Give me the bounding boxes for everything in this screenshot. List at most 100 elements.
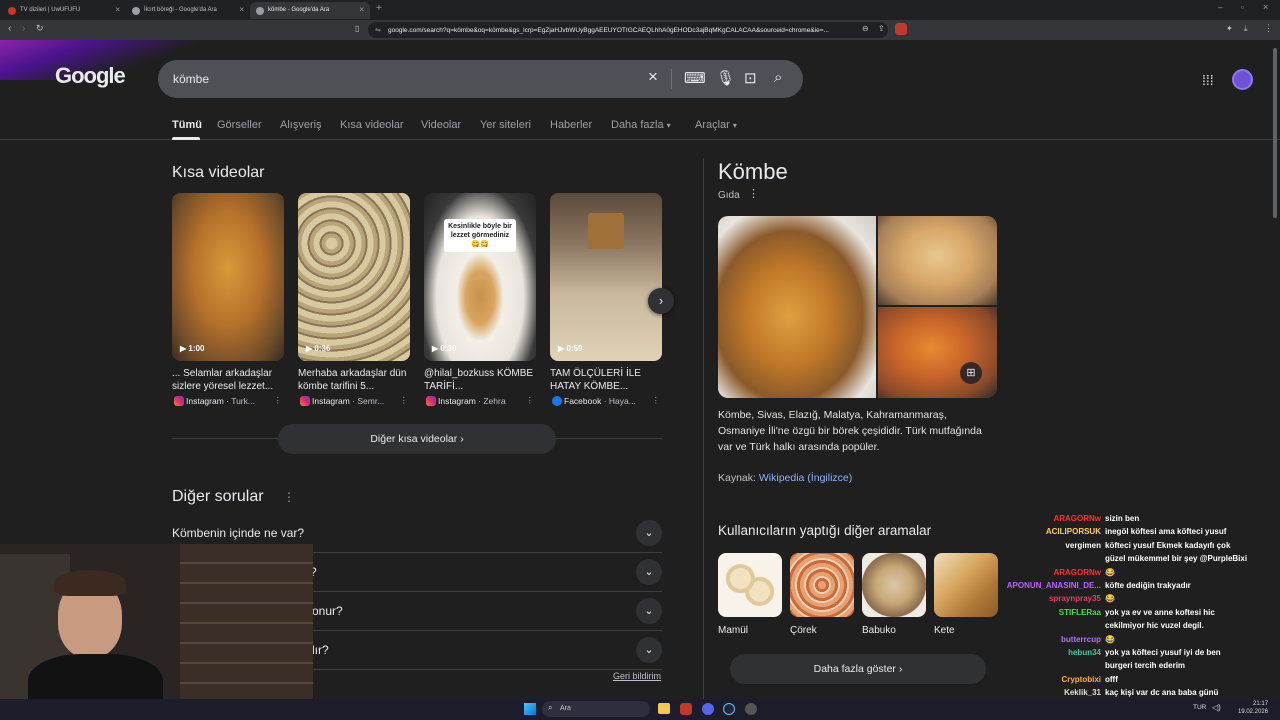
video-title[interactable]: TAM ÖLÇÜLERİ İLE HATAY KÖMBE... xyxy=(550,367,662,393)
taskbar-search[interactable]: ⌕ Ara xyxy=(542,701,650,717)
chat-username[interactable]: APONUN_ANASINI_DE... xyxy=(998,579,1105,592)
forward-icon[interactable]: › xyxy=(22,23,25,34)
video-thumbnail[interactable]: ▶ 0:59 xyxy=(550,193,662,361)
tab-tools[interactable]: Araçlar ▾ xyxy=(695,119,737,131)
speaker-icon[interactable]: ◁) xyxy=(1212,703,1221,712)
site-info-icon[interactable]: ⇋ xyxy=(375,26,381,34)
chat-username[interactable]: butterrcup xyxy=(998,633,1105,646)
feedback-link[interactable]: Geri bildirim xyxy=(613,671,661,681)
more-options-icon[interactable]: ⋮ xyxy=(274,395,283,406)
downloads-icon[interactable]: ⤓ xyxy=(1244,24,1248,34)
video-card[interactable]: ▶ 0:36 Merhaba arkadaşlar dün kömbe tari… xyxy=(298,193,410,406)
related-search-item[interactable]: Babuko xyxy=(862,553,926,636)
file-explorer-icon[interactable] xyxy=(658,703,670,714)
chat-username[interactable]: STIFLERaa xyxy=(998,606,1105,619)
related-image[interactable] xyxy=(934,553,998,617)
chat-username[interactable]: Cryptobixi xyxy=(998,673,1105,686)
related-label[interactable]: Babuko xyxy=(862,625,926,636)
lens-icon[interactable]: ⊡ xyxy=(744,69,757,87)
share-icon[interactable]: ⇪ xyxy=(878,24,885,33)
taskbar-clock[interactable]: 21:17 19.02.2026 xyxy=(1238,700,1268,716)
tab-shopping[interactable]: Alışveriş xyxy=(280,119,322,131)
video-card[interactable]: ▶ 1:00 ... Selamlar arkadaşlar sizlere y… xyxy=(172,193,284,406)
related-search-item[interactable]: Mamül xyxy=(718,553,782,636)
chat-username[interactable]: ACILIPORSUK xyxy=(998,525,1105,538)
menu-icon[interactable]: ⋮ xyxy=(1264,23,1273,34)
zoom-icon[interactable]: ⊖ xyxy=(862,24,869,33)
related-image[interactable] xyxy=(718,553,782,617)
browser-icon[interactable] xyxy=(680,703,692,715)
language-indicator[interactable]: TUR xyxy=(1193,704,1206,711)
back-icon[interactable]: ‹ xyxy=(8,23,11,34)
steam-icon[interactable] xyxy=(723,703,735,715)
kp-side-image[interactable]: ⊞ xyxy=(878,307,997,398)
extension-icon[interactable] xyxy=(895,23,907,35)
related-image[interactable] xyxy=(790,553,854,617)
tab-images[interactable]: Görseller xyxy=(217,119,262,131)
search-box[interactable]: kömbe × ⌨ 🎙 ⊡ ⌕ xyxy=(158,60,803,98)
chevron-down-icon[interactable]: ⌄ xyxy=(636,520,662,546)
chat-username[interactable]: hebun34 xyxy=(998,646,1105,659)
kp-side-image[interactable] xyxy=(878,216,997,305)
video-thumbnail[interactable]: Kesinlikle böyle bir lezzet görmediniz😋😋… xyxy=(424,193,536,361)
more-options-icon[interactable]: ⋮ xyxy=(400,395,409,406)
video-card[interactable]: Kesinlikle böyle bir lezzet görmediniz😋😋… xyxy=(424,193,536,406)
search-icon[interactable]: ⌕ xyxy=(774,69,782,86)
windows-start-icon[interactable] xyxy=(524,703,536,715)
video-thumbnail[interactable]: ▶ 0:36 xyxy=(298,193,410,361)
more-short-videos-button[interactable]: Diğer kısa videolar › xyxy=(278,424,556,454)
discord-icon[interactable] xyxy=(702,703,714,715)
related-image[interactable] xyxy=(862,553,926,617)
more-options-icon[interactable]: ⋮ xyxy=(283,490,295,504)
related-label[interactable]: Çörek xyxy=(790,625,854,636)
carousel-next-icon[interactable]: › xyxy=(648,288,674,314)
browser-tab[interactable]: İlcırt böreği - Google'da Ara × xyxy=(126,2,250,19)
more-options-icon[interactable]: ⋮ xyxy=(748,187,759,200)
search-input[interactable]: kömbe xyxy=(173,72,209,86)
video-card[interactable]: ▶ 0:59 TAM ÖLÇÜLERİ İLE HATAY KÖMBE... F… xyxy=(550,193,662,406)
close-icon[interactable]: × xyxy=(359,5,364,14)
address-bar[interactable]: ⇋ google.com/search?q=kömbe&oq=kömbe&gs_… xyxy=(368,22,888,38)
chat-username[interactable]: vergimen xyxy=(998,539,1105,552)
chevron-down-icon[interactable]: ⌄ xyxy=(636,637,662,663)
chevron-down-icon[interactable]: ⌄ xyxy=(636,559,662,585)
window-close-icon[interactable]: × xyxy=(1263,2,1268,12)
tab-places[interactable]: Yer siteleri xyxy=(480,119,531,131)
related-label[interactable]: Mamül xyxy=(718,625,782,636)
tab-short-videos[interactable]: Kısa videolar xyxy=(340,119,404,131)
more-options-icon[interactable]: ⋮ xyxy=(526,395,535,406)
chevron-down-icon[interactable]: ⌄ xyxy=(636,598,662,624)
kp-main-image[interactable] xyxy=(718,216,876,398)
extensions-icon[interactable]: ✦ xyxy=(1226,24,1233,33)
new-tab-icon[interactable]: + xyxy=(376,3,382,14)
close-icon[interactable]: × xyxy=(115,5,120,14)
show-more-button[interactable]: Daha fazla göster › xyxy=(730,654,986,684)
browser-tab-active[interactable]: kömbe - Google'da Ara × xyxy=(250,2,370,19)
image-gallery-icon[interactable]: ⊞ xyxy=(960,362,982,384)
kp-source-link[interactable]: Wikipedia (İngilizce) xyxy=(759,472,852,484)
maximize-icon[interactable]: ▫ xyxy=(1241,3,1244,12)
chat-username[interactable]: spraynpray35 xyxy=(998,592,1105,605)
tab-news[interactable]: Haberler xyxy=(550,119,592,131)
chat-username[interactable]: ARAGORNw xyxy=(998,566,1105,579)
reload-icon[interactable]: ↻ xyxy=(36,23,44,34)
apps-grid-icon[interactable]: ⁞⁞⁞ xyxy=(1202,72,1214,88)
video-title[interactable]: Merhaba arkadaşlar dün kömbe tarifini 5.… xyxy=(298,367,410,393)
related-search-item[interactable]: Çörek xyxy=(790,553,854,636)
related-search-item[interactable]: Kete xyxy=(934,553,998,636)
tab-all[interactable]: Tümü xyxy=(172,119,202,131)
video-title[interactable]: ... Selamlar arkadaşlar sizlere yöresel … xyxy=(172,367,284,393)
more-options-icon[interactable]: ⋮ xyxy=(652,395,661,406)
avatar[interactable] xyxy=(1232,69,1253,90)
minimize-icon[interactable]: – xyxy=(1218,3,1222,12)
clear-icon[interactable]: × xyxy=(648,67,658,87)
browser-tab[interactable]: TV dizileri | UwUFUFU × xyxy=(2,2,126,19)
video-title[interactable]: @hilal_bozkuss KÖMBE TARİFİ... xyxy=(424,367,536,393)
close-icon[interactable]: × xyxy=(239,5,244,14)
chat-username[interactable]: Keklik_31 xyxy=(998,686,1105,699)
tab-videos[interactable]: Videolar xyxy=(421,119,461,131)
related-label[interactable]: Kete xyxy=(934,625,998,636)
bookmark-icon[interactable]: ▯ xyxy=(355,24,359,33)
keyboard-icon[interactable]: ⌨ xyxy=(684,69,706,87)
microphone-icon[interactable]: 🎙 xyxy=(716,69,735,87)
